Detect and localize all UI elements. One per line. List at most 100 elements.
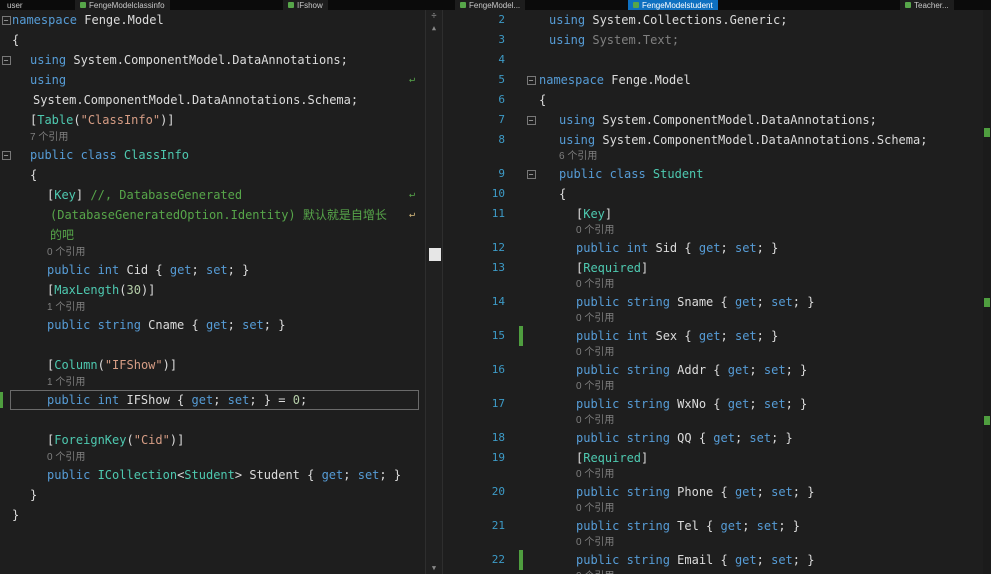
line-number: 15 xyxy=(455,326,519,346)
fold-column xyxy=(523,30,539,50)
tab-ifshow[interactable]: IFshow xyxy=(283,0,328,10)
fold-column xyxy=(523,90,539,110)
code-line[interactable]: [ForeignKey("Cid")] xyxy=(0,430,425,450)
left-pane-scrollbar[interactable]: ÷ ▲ ▼ xyxy=(425,10,443,574)
code-line[interactable]: 6{ xyxy=(455,90,983,110)
code-line[interactable]: −namespace Fenge.Model xyxy=(0,10,425,30)
fold-column[interactable]: − xyxy=(0,10,12,30)
code-line[interactable] xyxy=(0,335,425,355)
code-line[interactable]: using↵ xyxy=(0,70,425,90)
fold-column xyxy=(523,204,539,224)
code-line[interactable]: 5−namespace Fenge.Model xyxy=(455,70,983,90)
tab-fengemodelstudent[interactable]: FengeModelstudent xyxy=(628,0,718,10)
codelens-line[interactable]: 0 个引用 xyxy=(455,312,983,326)
code-line[interactable]: } xyxy=(0,485,425,505)
code-line[interactable]: { xyxy=(0,30,425,50)
code-line[interactable]: public ICollection<Student> Student { ge… xyxy=(0,465,425,485)
tab-fengemodelclassinfo[interactable]: FengeModelclassinfo xyxy=(75,0,170,10)
code-line[interactable]: 12public int Sid { get; set; } xyxy=(455,238,983,258)
codelens-line[interactable]: 0 个引用 xyxy=(455,278,983,292)
code-line[interactable]: System.ComponentModel.DataAnnotations.Sc… xyxy=(0,90,425,110)
fold-column xyxy=(0,70,12,90)
code-line[interactable]: 14public string Sname { get; set; } xyxy=(455,292,983,312)
codelens-line[interactable]: 0 个引用 xyxy=(455,346,983,360)
code-line[interactable]: 20public string Phone { get; set; } xyxy=(455,482,983,502)
code-line[interactable]: public string Cname { get; set; } xyxy=(0,315,425,335)
code-line[interactable]: 的吧 xyxy=(0,225,425,245)
fold-column[interactable]: − xyxy=(0,50,12,70)
word-wrap-icon: ↵ xyxy=(409,185,415,205)
tab-teacher-[interactable]: Teacher... xyxy=(900,0,954,10)
word-wrap-icon: ↵ xyxy=(409,70,415,90)
code-line[interactable] xyxy=(0,410,425,430)
code-line[interactable]: 13[Required] xyxy=(455,258,983,278)
codelens-line[interactable]: 0 个引用 xyxy=(0,450,425,465)
collapse-icon[interactable]: − xyxy=(2,16,11,25)
code-line[interactable]: 3using System.Text; xyxy=(455,30,983,50)
code-line[interactable]: 9−public class Student xyxy=(455,164,983,184)
code-line[interactable]: −using System.ComponentModel.DataAnnotat… xyxy=(0,50,425,70)
fold-column[interactable]: − xyxy=(523,164,539,184)
code-line[interactable]: 11[Key] xyxy=(455,204,983,224)
code-line[interactable]: 22public string Email { get; set; } xyxy=(455,550,983,570)
code-line[interactable]: [MaxLength(30)] xyxy=(0,280,425,300)
code-line[interactable]: 21public string Tel { get; set; } xyxy=(455,516,983,536)
fold-column xyxy=(0,110,12,130)
codelens-line[interactable]: 0 个引用 xyxy=(455,380,983,394)
scroll-up-icon[interactable]: ▲ xyxy=(426,24,442,32)
code-line[interactable]: 17public string WxNo { get; set; } xyxy=(455,394,983,414)
codelens-line[interactable]: 0 个引用 xyxy=(455,570,983,574)
collapse-icon[interactable]: − xyxy=(527,76,536,85)
codelens-line[interactable]: 0 个引用 xyxy=(455,414,983,428)
code-line[interactable]: 2using System.Collections.Generic; xyxy=(455,10,983,30)
code-line[interactable]: 16public string Addr { get; set; } xyxy=(455,360,983,380)
codelens-line[interactable]: 1 个引用 xyxy=(0,300,425,315)
code-line[interactable]: public int IFShow { get; set; } = 0; xyxy=(0,390,425,410)
code-line[interactable]: 7−using System.ComponentModel.DataAnnota… xyxy=(455,110,983,130)
codelens-line[interactable]: 6 个引用 xyxy=(455,150,983,164)
overview-ruler[interactable] xyxy=(983,10,991,574)
collapse-icon[interactable]: − xyxy=(527,116,536,125)
fold-column[interactable]: − xyxy=(523,70,539,90)
code-line[interactable]: { xyxy=(0,165,425,185)
code-line[interactable]: public int Cid { get; set; } xyxy=(0,260,425,280)
codelens-line[interactable]: 0 个引用 xyxy=(455,502,983,516)
scrollbar-thumb[interactable] xyxy=(429,248,441,261)
change-indicator xyxy=(0,392,3,408)
code-line[interactable]: [Key] //, DatabaseGenerated↵ xyxy=(0,185,425,205)
editor-pane-left[interactable]: −namespace Fenge.Model{−using System.Com… xyxy=(0,10,425,574)
fold-column xyxy=(523,326,539,346)
code-line[interactable]: (DatabaseGeneratedOption.Identity) 默认就是自… xyxy=(0,205,425,225)
csharp-file-icon xyxy=(80,2,86,8)
tab-user[interactable]: user xyxy=(2,0,28,10)
fold-column xyxy=(0,465,12,485)
codelens-line[interactable]: 7 个引用 xyxy=(0,130,425,145)
fold-column xyxy=(0,280,12,300)
code-line[interactable]: −public class ClassInfo xyxy=(0,145,425,165)
code-line[interactable]: 8using System.ComponentModel.DataAnnotat… xyxy=(455,130,983,150)
code-line[interactable]: 4 xyxy=(455,50,983,70)
code-line[interactable]: [Table("ClassInfo")] xyxy=(0,110,425,130)
codelens-line[interactable]: 0 个引用 xyxy=(455,468,983,482)
collapse-icon[interactable]: − xyxy=(2,151,11,160)
scroll-down-icon[interactable]: ▼ xyxy=(426,564,442,572)
code-line[interactable]: } xyxy=(0,505,425,525)
codelens-line[interactable]: 0 个引用 xyxy=(455,536,983,550)
codelens-line[interactable]: 0 个引用 xyxy=(455,224,983,238)
code-line[interactable]: 19[Required] xyxy=(455,448,983,468)
code-line[interactable]: 15public int Sex { get; set; } xyxy=(455,326,983,346)
line-number: 20 xyxy=(455,482,519,502)
fold-column[interactable]: − xyxy=(523,110,539,130)
collapse-icon[interactable]: − xyxy=(2,56,11,65)
codelens-line[interactable]: 0 个引用 xyxy=(0,245,425,260)
code-line[interactable]: 18public string QQ { get; set; } xyxy=(455,428,983,448)
line-number: 21 xyxy=(455,516,519,536)
editor-pane-right[interactable]: 2using System.Collections.Generic;3using… xyxy=(455,10,983,574)
codelens-line[interactable]: 1 个引用 xyxy=(0,375,425,390)
fold-column[interactable]: − xyxy=(0,145,12,165)
code-line[interactable]: [Column("IFShow")] xyxy=(0,355,425,375)
collapse-icon[interactable]: − xyxy=(527,170,536,179)
splitter-handle-icon[interactable]: ÷ xyxy=(426,10,442,22)
tab-fengemodel-[interactable]: FengeModel... xyxy=(455,0,525,10)
code-line[interactable]: 10{ xyxy=(455,184,983,204)
